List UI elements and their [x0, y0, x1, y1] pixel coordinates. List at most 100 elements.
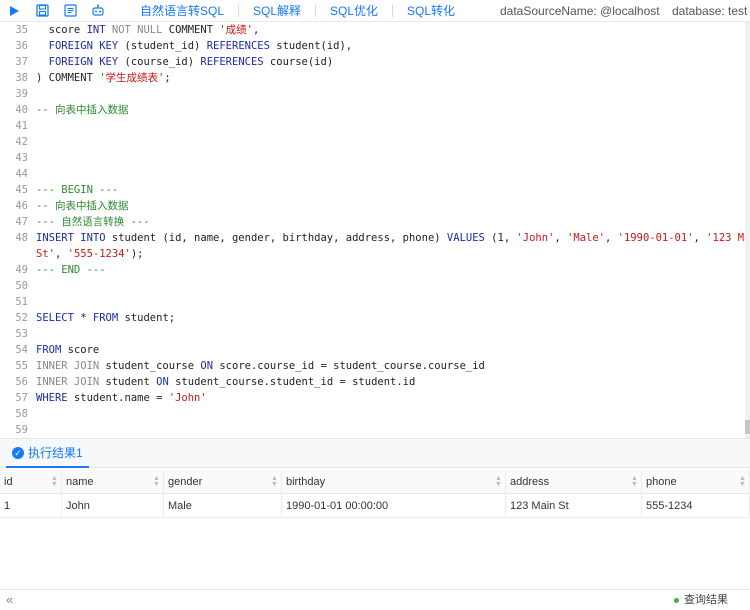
- code-line[interactable]: 56 INNER JOIN student ON student_course.s…: [0, 374, 745, 390]
- code-line[interactable]: 53: [0, 326, 745, 342]
- code-line[interactable]: 40 -- 向表中插入数据: [0, 102, 745, 118]
- code-token: INNER JOIN: [36, 376, 100, 388]
- code-token: VALUES: [446, 232, 485, 244]
- code-line[interactable]: 36 FOREIGN KEY (student_id) REFERENCES s…: [0, 38, 745, 54]
- column-header-gender[interactable]: gender ▲ ▼: [164, 470, 282, 494]
- code-line[interactable]: 49 --- END ---: [0, 262, 745, 278]
- code-line[interactable]: 50: [0, 278, 745, 294]
- column-header-name[interactable]: name ▲ ▼: [62, 470, 164, 494]
- code-line[interactable]: 45 --- BEGIN ---: [0, 182, 745, 198]
- tab-result-1[interactable]: ✓ 执行结果1: [6, 439, 89, 468]
- code-token: REFERENCES: [200, 56, 264, 68]
- code-line[interactable]: 38) COMMENT '学生成绩表';: [0, 70, 745, 86]
- code-line[interactable]: 37 FOREIGN KEY (course_id) REFERENCES co…: [0, 54, 745, 70]
- sql-optimize-link[interactable]: SQL优化: [316, 0, 392, 22]
- editor-scrollbar[interactable]: [745, 22, 750, 438]
- column-header-phone[interactable]: phone ▲ ▼: [642, 470, 750, 494]
- database-label: database: test: [672, 4, 748, 18]
- code-token: FOREIGN KEY: [48, 56, 119, 68]
- query-result-label: 查询结果: [684, 594, 728, 606]
- code-token: St': [36, 248, 55, 260]
- code-text: INNER JOIN student_course ON score.cours…: [36, 358, 485, 374]
- code-token: INT: [86, 24, 106, 36]
- code-line[interactable]: 42: [0, 134, 745, 150]
- cell-name[interactable]: John: [62, 494, 164, 518]
- code-line[interactable]: 54 FROM score: [0, 342, 745, 358]
- line-number: 57: [15, 392, 28, 404]
- collapse-icon[interactable]: «: [6, 591, 13, 609]
- code-line[interactable]: 47 --- 自然语言转换 ---: [0, 214, 745, 230]
- code-line[interactable]: 46 -- 向表中插入数据: [0, 198, 745, 214]
- line-number: 54: [15, 344, 28, 356]
- code-token: ,: [693, 232, 707, 244]
- code-line[interactable]: 48 INSERT INTO student (id, name, gender,…: [0, 230, 750, 246]
- sort-icon[interactable]: ▲ ▼: [51, 475, 58, 488]
- code-token: ON: [156, 376, 169, 388]
- code-token: );: [130, 248, 144, 260]
- sql-convert-link[interactable]: SQL转化: [393, 0, 469, 22]
- code-token: COMMENT: [162, 24, 220, 36]
- sort-icon[interactable]: ▲ ▼: [739, 475, 746, 488]
- code-token: ) COMMENT: [36, 72, 100, 84]
- query-result-status[interactable]: 查询结果: [674, 590, 728, 610]
- cell-gender[interactable]: Male: [164, 494, 282, 518]
- code-line[interactable]: 52 SELECT * FROM student;: [0, 310, 745, 326]
- column-header-id[interactable]: id ▲ ▼: [0, 470, 62, 494]
- cell-address[interactable]: 123 Main St: [506, 494, 642, 518]
- code-token: course(id): [263, 56, 334, 68]
- code-text: INSERT INTO student (id, name, gender, b…: [36, 230, 750, 246]
- sort-icon[interactable]: ▲ ▼: [153, 475, 160, 488]
- line-number: 40: [15, 104, 28, 116]
- nl-to-sql-link[interactable]: 自然语言转SQL: [126, 0, 238, 22]
- code-token: student_course.student_id = student.id: [168, 376, 416, 388]
- cell-phone[interactable]: 555-1234: [642, 494, 750, 518]
- line-number: 59: [15, 424, 28, 436]
- run-icon[interactable]: [0, 0, 28, 22]
- code-line[interactable]: St', '555-1234');: [0, 246, 745, 262]
- code-token: SELECT: [36, 312, 74, 324]
- sort-icon[interactable]: ▲ ▼: [271, 475, 278, 488]
- cell-birthday[interactable]: 1990-01-01 00:00:00: [282, 494, 506, 518]
- column-header-birthday[interactable]: birthday ▲ ▼: [282, 470, 506, 494]
- code-line[interactable]: 51: [0, 294, 745, 310]
- code-line[interactable]: 58: [0, 406, 745, 422]
- code-line[interactable]: 43: [0, 150, 745, 166]
- code-token: INNER JOIN: [36, 360, 100, 372]
- sql-editor[interactable]: 35 score INT NOT NULL COMMENT '成绩', 36 FO…: [0, 22, 750, 438]
- sql-explain-link[interactable]: SQL解释: [239, 0, 315, 22]
- format-icon[interactable]: [56, 0, 84, 22]
- code-token: '学生成绩表': [99, 72, 165, 84]
- line-number: 50: [15, 280, 28, 292]
- code-text: -- 向表中插入数据: [36, 198, 128, 214]
- code-token: NOT NULL: [111, 24, 163, 36]
- sort-icon[interactable]: ▲ ▼: [495, 475, 502, 488]
- line-number: 41: [15, 120, 28, 132]
- status-dot-icon: [674, 597, 679, 603]
- code-token: --- BEGIN ---: [36, 184, 119, 196]
- code-token: --- 自然语言转换 ---: [36, 216, 150, 228]
- code-line[interactable]: 39: [0, 86, 745, 102]
- save-icon[interactable]: [28, 0, 56, 22]
- code-line[interactable]: 41: [0, 118, 745, 134]
- code-token: '123 Main: [706, 232, 750, 244]
- code-line[interactable]: 44: [0, 166, 745, 182]
- code-line[interactable]: 59: [0, 422, 745, 438]
- code-text: --- BEGIN ---: [36, 182, 118, 198]
- sort-icon[interactable]: ▲ ▼: [631, 475, 638, 488]
- code-text: WHERE student.name = 'John': [36, 390, 207, 406]
- column-header-address[interactable]: address ▲ ▼: [506, 470, 642, 494]
- code-token: -- 向表中插入数据: [36, 200, 129, 212]
- table-row[interactable]: 1 John Male 1990-01-01 00:00:00 123 Main…: [0, 494, 750, 518]
- code-line[interactable]: 57 WHERE student.name = 'John': [0, 390, 745, 406]
- line-number: 58: [15, 408, 28, 420]
- code-token: ,: [605, 232, 618, 244]
- editor-scrollbar-thumb[interactable]: [745, 420, 750, 434]
- code-line[interactable]: 55 INNER JOIN student_course ON score.cou…: [0, 358, 745, 374]
- cell-id[interactable]: 1: [0, 494, 62, 518]
- code-token: --- END ---: [36, 264, 106, 276]
- line-number: 38: [15, 72, 28, 84]
- code-text: --- 自然语言转换 ---: [36, 214, 150, 230]
- robot-icon[interactable]: [84, 0, 112, 22]
- code-line[interactable]: 35 score INT NOT NULL COMMENT '成绩',: [0, 22, 745, 38]
